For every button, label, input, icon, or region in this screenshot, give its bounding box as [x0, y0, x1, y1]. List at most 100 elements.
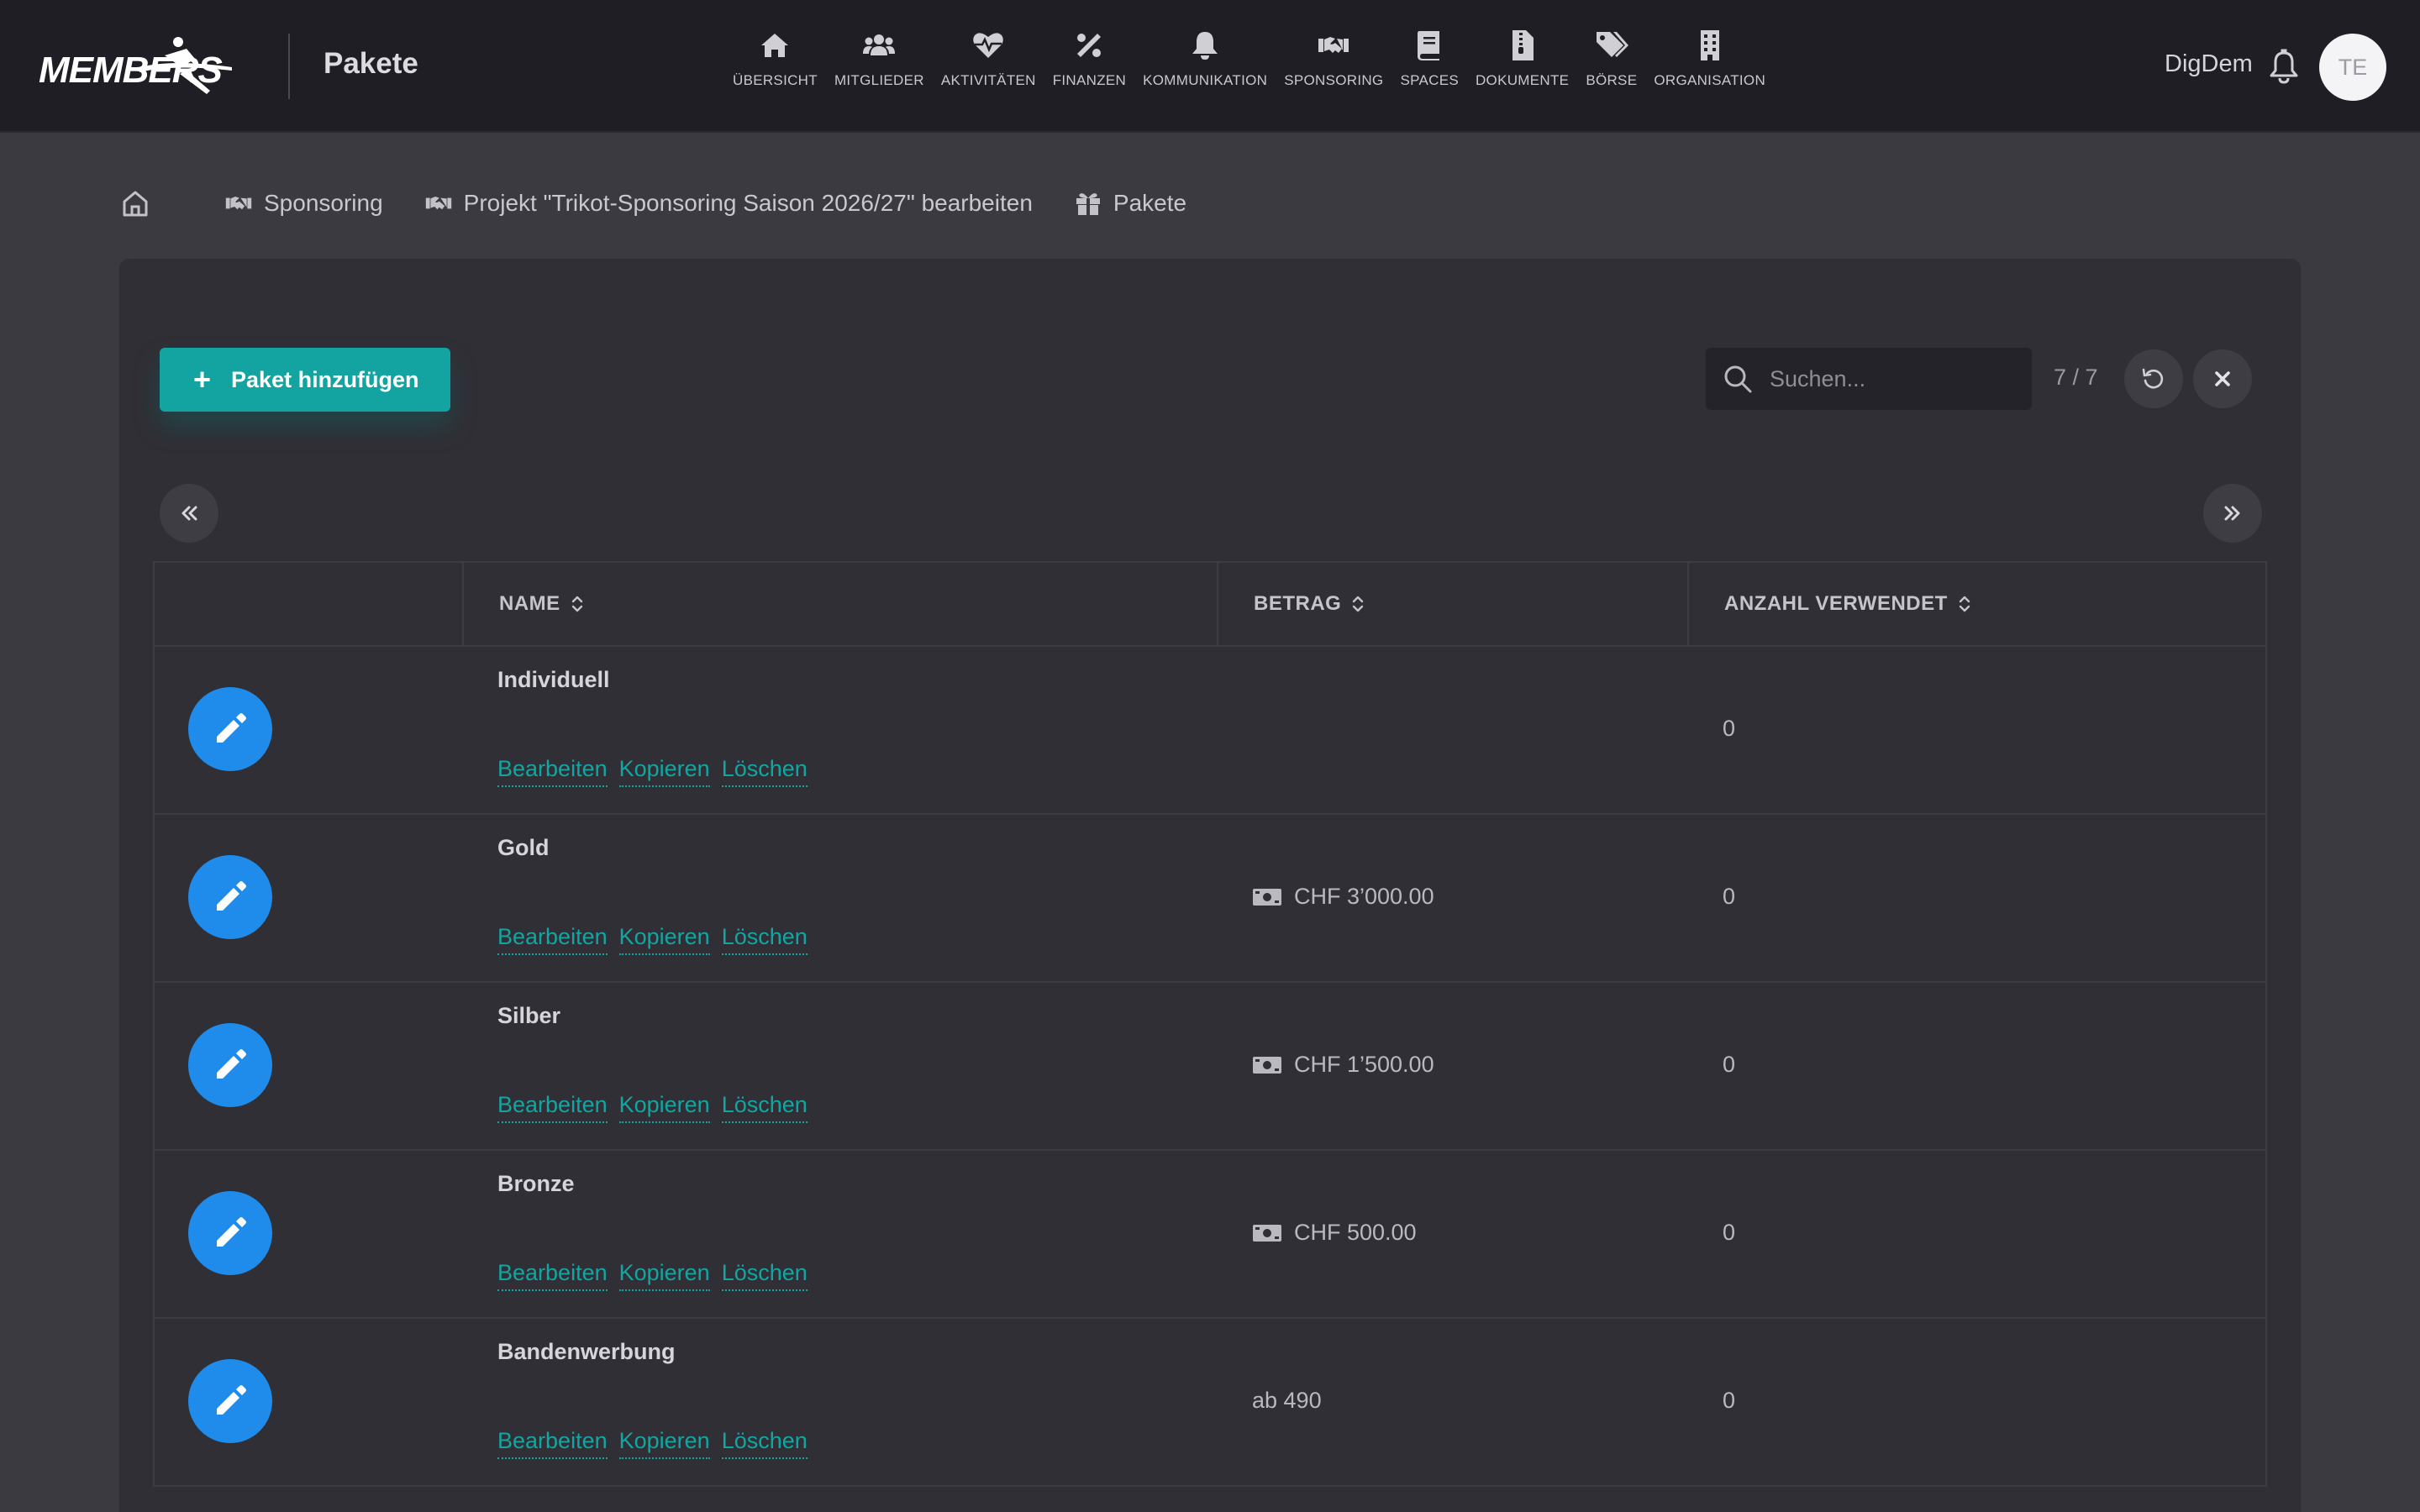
anzahl-value: 0 [1723, 1220, 1736, 1245]
sort-icon [1959, 596, 1970, 612]
breadcrumb-sponsoring[interactable]: Sponsoring [225, 190, 383, 217]
delete-link[interactable]: Löschen [721, 1428, 808, 1459]
row-actions: Bearbeiten Kopieren Löschen [497, 1092, 808, 1123]
tags-icon [1596, 32, 1628, 57]
nav-item-boerse[interactable]: BÖRSE [1577, 29, 1645, 104]
copy-link[interactable]: Kopieren [618, 1428, 710, 1459]
row-edit-cell [155, 815, 464, 981]
chevrons-right-icon [2224, 506, 2240, 521]
copy-link[interactable]: Kopieren [618, 1260, 710, 1291]
nav-item-spaces[interactable]: SPACES [1392, 29, 1467, 104]
row-anzahl-cell: 0 [1689, 1319, 2265, 1485]
row-betrag-cell: CHF 3’000.00 [1218, 815, 1689, 981]
edit-link[interactable]: Bearbeiten [497, 924, 608, 955]
paket-name: Gold [497, 835, 550, 860]
column-header-label: BETRAG [1254, 592, 1342, 615]
nav-item-sponsoring[interactable]: SPONSORING [1276, 29, 1392, 104]
row-anzahl-cell: 0 [1689, 1151, 2265, 1317]
row-edit-cell [155, 1319, 464, 1485]
row-name-cell: Gold Bearbeiten Kopieren Löschen [464, 815, 1218, 981]
delete-link[interactable]: Löschen [721, 1092, 808, 1123]
table-row: Gold Bearbeiten Kopieren Löschen CHF 3’0… [155, 815, 2265, 983]
column-header-anzahl[interactable]: ANZAHL VERWENDET [1689, 563, 2265, 645]
table-row: Silber Bearbeiten Kopieren Löschen CHF 1… [155, 983, 2265, 1151]
nav-item-aktivitaeten[interactable]: AKTIVITÄTEN [933, 29, 1044, 104]
edit-button[interactable] [188, 1023, 272, 1107]
search-box[interactable] [1706, 348, 2032, 410]
edit-link[interactable]: Bearbeiten [497, 1428, 608, 1459]
top-navigation-bar: MEMBERS Pakete ÜBERSICHT MITGLIEDER AKTI… [0, 0, 2420, 133]
nav-item-organisation[interactable]: ORGANISATION [1645, 29, 1774, 104]
nav-item-uebersicht[interactable]: ÜBERSICHT [724, 29, 826, 104]
column-header-betrag[interactable]: BETRAG [1218, 563, 1689, 645]
nav-label: AKTIVITÄTEN [940, 72, 1036, 88]
row-edit-cell [155, 647, 464, 813]
edit-button[interactable] [188, 1359, 272, 1443]
table-row: Bandenwerbung Bearbeiten Kopieren Lösche… [155, 1319, 2265, 1487]
column-header-name[interactable]: NAME [464, 563, 1218, 645]
row-name-cell: Bronze Bearbeiten Kopieren Löschen [464, 1151, 1218, 1317]
table-row: Bronze Bearbeiten Kopieren Löschen CHF 5… [155, 1151, 2265, 1319]
delete-link[interactable]: Löschen [721, 756, 808, 787]
pencil-icon [217, 1049, 246, 1079]
notifications-button[interactable] [2267, 49, 2301, 84]
handshake-icon [425, 197, 451, 210]
betrag-value: CHF 3’000.00 [1252, 884, 1434, 910]
bell-icon [1192, 32, 1218, 60]
nav-label: FINANZEN [1052, 72, 1127, 88]
search-icon [1724, 365, 1752, 393]
sort-icon [1353, 596, 1364, 612]
breadcrumb-label: Projekt "Trikot-Sponsoring Saison 2026/2… [463, 190, 1033, 216]
edit-link[interactable]: Bearbeiten [497, 1260, 608, 1291]
copy-link[interactable]: Kopieren [618, 756, 710, 787]
nav-item-finanzen[interactable]: FINANZEN [1044, 29, 1134, 104]
members-logo[interactable]: MEMBERS [39, 34, 257, 97]
row-actions: Bearbeiten Kopieren Löschen [497, 924, 808, 955]
scroll-right-button[interactable] [2203, 484, 2262, 543]
money-bill-icon [1253, 888, 1281, 906]
breadcrumb-pakete[interactable]: Pakete [1075, 190, 1186, 217]
nav-item-dokumente[interactable]: DOKUMENTE [1467, 29, 1577, 104]
add-paket-label: Paket hinzufügen [231, 366, 419, 392]
breadcrumb: Sponsoring Projekt "Trikot-Sponsoring Sa… [121, 186, 1228, 220]
scroll-left-button[interactable] [160, 484, 218, 543]
nav-label: SPACES [1400, 72, 1459, 88]
anzahl-value: 0 [1723, 1388, 1736, 1413]
paket-name: Individuell [497, 667, 610, 692]
pencil-icon [217, 1385, 246, 1415]
handshake-icon [225, 197, 252, 210]
clear-filter-button[interactable] [2193, 349, 2252, 408]
pencil-icon [217, 713, 246, 743]
betrag-text: CHF 1’500.00 [1294, 1052, 1434, 1077]
edit-link[interactable]: Bearbeiten [497, 1092, 608, 1123]
nav-item-kommunikation[interactable]: KOMMUNIKATION [1134, 29, 1276, 104]
chevrons-left-icon [182, 506, 197, 521]
edit-button[interactable] [188, 1191, 272, 1275]
betrag-text: CHF 500.00 [1294, 1220, 1417, 1245]
column-header-label: ANZAHL VERWENDET [1724, 592, 1948, 615]
logo-divider [288, 34, 290, 99]
row-betrag-cell [1218, 647, 1689, 813]
edit-link[interactable]: Bearbeiten [497, 756, 608, 787]
delete-link[interactable]: Löschen [721, 1260, 808, 1291]
copy-link[interactable]: Kopieren [618, 1092, 710, 1123]
copy-link[interactable]: Kopieren [618, 924, 710, 955]
refresh-button[interactable] [2124, 349, 2183, 408]
edit-button[interactable] [188, 855, 272, 939]
search-input[interactable] [1770, 365, 2022, 392]
avatar[interactable]: TE [2319, 34, 2386, 101]
nav-item-mitglieder[interactable]: MITGLIEDER [826, 29, 933, 104]
betrag-text: CHF 3’000.00 [1294, 884, 1434, 909]
plus-icon: + [193, 362, 212, 396]
breadcrumb-home[interactable] [121, 189, 183, 218]
edit-button[interactable] [188, 687, 272, 771]
delete-link[interactable]: Löschen [721, 924, 808, 955]
nav-label: KOMMUNIKATION [1143, 72, 1268, 88]
pencil-icon [217, 881, 246, 911]
add-paket-button[interactable]: + Paket hinzufügen [160, 348, 450, 412]
pakete-table: NAME BETRAG ANZAHL VERWENDET Individuell [153, 561, 2267, 1487]
money-bill-icon [1253, 1056, 1281, 1074]
row-edit-cell [155, 1151, 464, 1317]
user-name[interactable]: DigDem [2165, 50, 2253, 78]
breadcrumb-project[interactable]: Projekt "Trikot-Sponsoring Saison 2026/2… [425, 190, 1033, 217]
